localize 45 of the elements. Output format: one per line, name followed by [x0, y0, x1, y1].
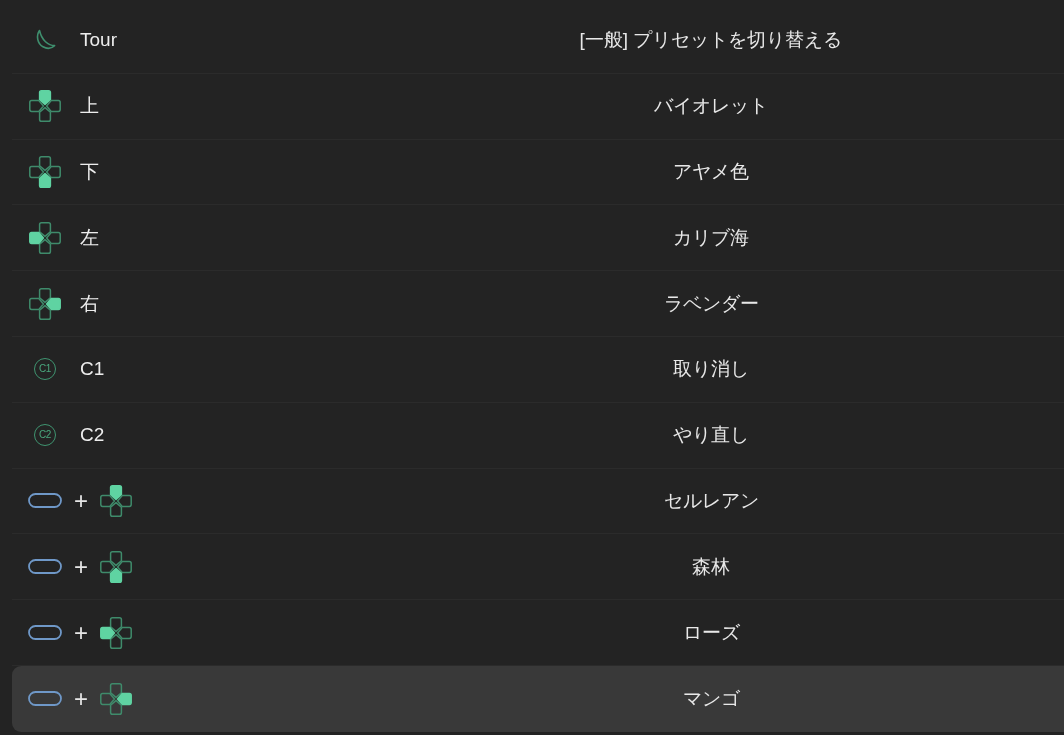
capsule-icon	[28, 691, 62, 707]
input-label: Tour	[80, 28, 117, 53]
action-label: [一般] プリセットを切り替える	[579, 28, 843, 53]
action-label: やり直し	[673, 423, 749, 448]
plus-sign: +	[74, 488, 88, 513]
action-label: カリブ海	[673, 225, 749, 250]
plus-sign: +	[74, 686, 88, 711]
action-label: バイオレット	[654, 94, 768, 119]
dpad-icon	[29, 287, 61, 320]
action-label: セルレアン	[663, 488, 759, 513]
binding-row[interactable]: 下 アヤメ色	[12, 139, 1064, 206]
binding-row[interactable]: + セルレアン	[12, 468, 1064, 535]
binding-row[interactable]: Tour [一般] プリセットを切り替える	[12, 8, 1064, 74]
dpad-icon	[100, 682, 132, 715]
binding-row[interactable]: + 森林	[12, 534, 1064, 601]
capsule-icon	[28, 493, 62, 509]
action-label: ローズ	[682, 620, 740, 645]
input-label: 上	[80, 94, 99, 119]
binding-row[interactable]: C1 C1 取り消し	[12, 337, 1064, 403]
dpad-icon	[29, 221, 61, 254]
dpad-icon	[100, 484, 132, 517]
input-label: 下	[80, 160, 99, 184]
capsule-icon	[28, 625, 62, 641]
input-label: 左	[80, 225, 99, 250]
binding-row[interactable]: 左 カリブ海	[12, 205, 1064, 272]
action-label: マンゴ	[682, 686, 740, 711]
dpad-icon	[100, 550, 132, 583]
dpad-icon	[29, 90, 61, 123]
binding-row[interactable]: 上 バイオレット	[12, 73, 1064, 140]
binding-row[interactable]: + マンゴ	[12, 665, 1064, 732]
action-label: アヤメ色	[673, 160, 749, 184]
plus-sign: +	[74, 620, 88, 645]
input-label: 右	[80, 291, 99, 316]
capsule-icon	[28, 559, 62, 575]
input-label: C1	[80, 357, 105, 382]
action-label: ラベンダー	[663, 291, 759, 316]
action-label: 取り消し	[673, 357, 749, 382]
binding-row[interactable]: 右 ラベンダー	[12, 271, 1064, 337]
input-label: C2	[80, 423, 105, 448]
dpad-icon	[29, 156, 61, 188]
action-label: 森林	[692, 554, 730, 579]
binding-row[interactable]: + ローズ	[12, 600, 1064, 666]
plus-sign: +	[74, 554, 88, 579]
binding-row[interactable]: C2 C2 やり直し	[12, 402, 1064, 469]
dpad-icon	[100, 616, 132, 649]
